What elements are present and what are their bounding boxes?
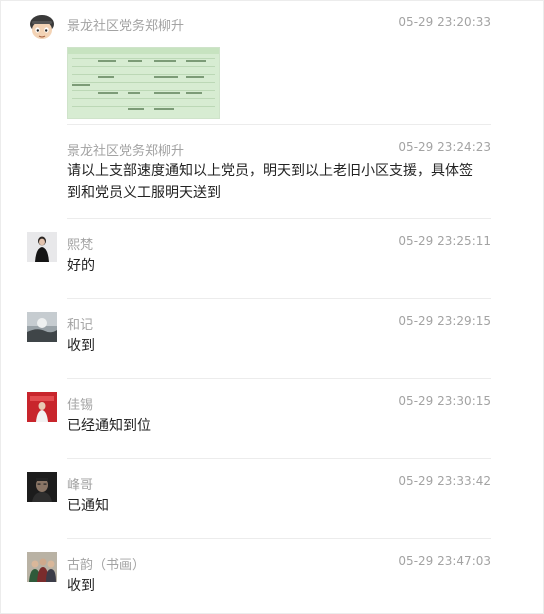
cartoon-avatar-icon[interactable] <box>27 13 57 43</box>
message-timestamp: 05-29 23:33:42 <box>398 474 491 488</box>
message-timestamp: 05-29 23:29:15 <box>398 314 491 328</box>
sender-name: 熙梵 <box>67 238 94 253</box>
message-timestamp: 05-29 23:30:15 <box>398 394 491 408</box>
group-photo-icon[interactable] <box>27 552 57 582</box>
sender-name: 古韵（书画） <box>67 558 146 573</box>
message-text: 收到 <box>67 578 95 594</box>
message-divider <box>67 298 491 299</box>
message-text: 好的 <box>67 258 95 274</box>
dark-portrait-photo-icon[interactable] <box>27 472 57 502</box>
message-text: 已经通知到位 <box>67 418 151 434</box>
sender-name: 景龙社区党务郑柳升 <box>67 19 185 34</box>
message-timestamp: 05-29 23:24:23 <box>398 140 491 154</box>
sender-name: 和记 <box>67 318 94 333</box>
message-timestamp: 05-29 23:20:33 <box>398 15 491 29</box>
chat-history-panel: 景龙社区党务郑柳升 05-29 23:20:33 景龙社区党务郑柳升 05-29… <box>0 0 544 614</box>
landscape-photo-icon[interactable] <box>27 312 57 342</box>
message-timestamp: 05-29 23:47:03 <box>398 554 491 568</box>
message-text: 请以上支部速度通知以上党员，明天到以上老旧小区支援，具体签到和党员义工服明天送到 <box>67 163 473 201</box>
message-text: 收到 <box>67 338 95 354</box>
sender-name: 景龙社区党务郑柳升 <box>67 144 185 159</box>
message-divider <box>67 458 491 459</box>
spreadsheet-image-attachment[interactable] <box>67 47 220 119</box>
sender-name: 峰哥 <box>67 478 94 493</box>
message-divider <box>67 124 491 125</box>
message-timestamp: 05-29 23:25:11 <box>398 234 491 248</box>
red-background-photo-icon[interactable] <box>27 392 57 422</box>
person-photo-icon[interactable] <box>27 232 57 262</box>
message-text: 已通知 <box>67 498 109 514</box>
message-divider <box>67 218 491 219</box>
sender-name: 佳锡 <box>67 398 94 413</box>
message-divider <box>67 538 491 539</box>
message-divider <box>67 378 491 379</box>
